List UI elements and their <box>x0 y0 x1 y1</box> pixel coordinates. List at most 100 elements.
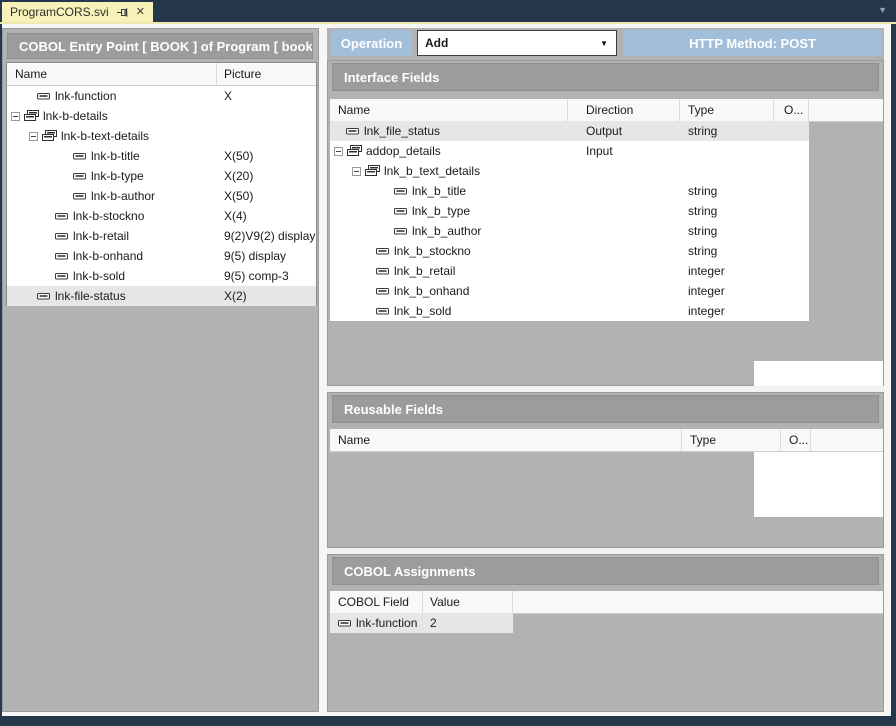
row-name: lnk_b_author <box>412 224 481 238</box>
tree-grid-header: Name Picture <box>7 63 316 86</box>
table-row[interactable]: lnk_b_title string <box>330 181 809 201</box>
column-header-name[interactable]: Name <box>7 63 217 85</box>
window-dropdown-icon[interactable]: ▼ <box>878 6 887 15</box>
column-header-filler <box>513 591 883 613</box>
row-name: lnk_b_type <box>412 204 470 218</box>
row-name: lnk_file_status <box>364 124 440 138</box>
table-row[interactable]: lnk_b_sold integer <box>330 301 809 321</box>
cobol-assignments-title: COBOL Assignments <box>332 557 879 585</box>
pin-icon[interactable] <box>117 7 128 18</box>
row-picture: 9(2)V9(2) display <box>217 229 316 243</box>
row-type: integer <box>680 304 774 318</box>
column-header-filler <box>811 429 883 451</box>
expander-minus-icon[interactable] <box>11 112 20 121</box>
interface-fields-title: Interface Fields <box>332 63 879 91</box>
column-header-direction[interactable]: Direction <box>568 99 680 121</box>
column-header-occurs[interactable]: O... <box>774 99 809 121</box>
row-direction: Input <box>568 144 680 158</box>
column-header-type[interactable]: Type <box>680 99 774 121</box>
column-header-picture[interactable]: Picture <box>217 63 316 85</box>
table-row[interactable]: lnk-function X <box>7 86 316 106</box>
row-type: string <box>680 224 774 238</box>
row-picture: X(50) <box>217 189 316 203</box>
table-row[interactable]: lnk-b-sold 9(5) comp-3 <box>7 266 316 286</box>
field-icon <box>394 207 407 215</box>
cobol-assignments-header: COBOL Field Value <box>330 591 883 614</box>
row-type: string <box>680 124 774 138</box>
table-row[interactable]: lnk_b_author string <box>330 221 809 241</box>
group-icon <box>23 110 40 122</box>
row-name: lnk_b_retail <box>394 264 455 278</box>
column-header-occurs[interactable]: O... <box>781 429 811 451</box>
table-row[interactable]: lnk-b-type X(20) <box>7 166 316 186</box>
http-method-badge: HTTP Method: POST <box>623 30 882 56</box>
row-picture: 9(5) comp-3 <box>217 269 316 283</box>
row-name: lnk_b_stockno <box>394 244 471 258</box>
column-header-type[interactable]: Type <box>682 429 781 451</box>
group-icon <box>41 130 58 142</box>
operation-dropdown[interactable]: Add ▼ <box>417 30 617 56</box>
table-row[interactable]: lnk-b-text-details <box>7 126 316 146</box>
field-icon <box>73 152 86 160</box>
table-row[interactable]: lnk-b-stockno X(4) <box>7 206 316 226</box>
row-name: lnk-b-author <box>91 189 155 203</box>
table-row-selected[interactable]: lnk-file-status X(2) <box>7 286 316 306</box>
table-row[interactable]: lnk_b_onhand integer <box>330 281 809 301</box>
document-tab-strip: ProgramCORS.svi ✕ ▼ <box>0 0 896 24</box>
field-icon <box>55 232 68 240</box>
row-type: integer <box>680 284 774 298</box>
table-row-selected[interactable]: lnk-function 2 <box>330 613 513 633</box>
cobol-entry-point-panel: COBOL Entry Point [ BOOK ] of Program [ … <box>2 28 319 712</box>
column-header-cobol-field[interactable]: COBOL Field <box>330 591 423 613</box>
document-tab[interactable]: ProgramCORS.svi ✕ <box>2 2 153 22</box>
chevron-down-icon: ▼ <box>600 40 608 48</box>
table-row[interactable]: lnk-b-retail 9(2)V9(2) display <box>7 226 316 246</box>
interface-fields-rows: lnk_file_status Output string addop_deta… <box>330 121 809 321</box>
field-icon <box>394 187 407 195</box>
table-row[interactable]: lnk-b-onhand 9(5) display <box>7 246 316 266</box>
row-name: lnk-file-status <box>55 289 126 303</box>
table-row[interactable]: lnk-b-title X(50) <box>7 146 316 166</box>
field-icon <box>37 292 50 300</box>
table-row[interactable]: lnk-b-details <box>7 106 316 126</box>
field-icon <box>376 307 389 315</box>
entry-point-header: COBOL Entry Point [ BOOK ] of Program [ … <box>7 33 313 59</box>
row-picture: X(2) <box>217 289 316 303</box>
table-row-selected[interactable]: lnk_file_status Output string <box>330 121 809 141</box>
operation-panel: Operation Add ▼ HTTP Method: POST Interf… <box>327 28 884 712</box>
row-picture: X(4) <box>217 209 316 223</box>
field-icon <box>55 212 68 220</box>
row-field: lnk-function <box>356 616 417 630</box>
field-icon <box>73 172 86 180</box>
expander-minus-icon[interactable] <box>29 132 38 141</box>
row-value: 2 <box>423 616 437 630</box>
row-name: lnk-b-text-details <box>61 129 149 143</box>
row-type: string <box>680 204 774 218</box>
row-picture: X <box>217 89 316 103</box>
field-icon <box>37 92 50 100</box>
tab-title: ProgramCORS.svi <box>10 5 109 19</box>
table-row[interactable]: lnk_b_retail integer <box>330 261 809 281</box>
row-type: string <box>680 244 774 258</box>
table-row[interactable]: addop_details Input <box>330 141 809 161</box>
field-icon <box>346 127 359 135</box>
document-area: COBOL Entry Point [ BOOK ] of Program [ … <box>2 24 891 716</box>
close-icon[interactable]: ✕ <box>136 7 145 18</box>
table-row[interactable]: lnk_b_stockno string <box>330 241 809 261</box>
field-icon <box>376 287 389 295</box>
table-row[interactable]: lnk-b-author X(50) <box>7 186 316 206</box>
column-header-name[interactable]: Name <box>330 429 682 451</box>
column-header-value[interactable]: Value <box>423 591 513 613</box>
row-name: lnk_b_onhand <box>394 284 469 298</box>
field-icon <box>376 267 389 275</box>
reusable-fields-title: Reusable Fields <box>332 395 879 423</box>
field-icon <box>394 227 407 235</box>
row-name: lnk-function <box>55 89 116 103</box>
table-row[interactable]: lnk_b_type string <box>330 201 809 221</box>
expander-minus-icon[interactable] <box>334 147 343 156</box>
expander-minus-icon[interactable] <box>352 167 361 176</box>
field-icon <box>55 272 68 280</box>
application-window: ProgramCORS.svi ✕ ▼ COBOL Entry Point [ … <box>0 0 896 726</box>
column-header-name[interactable]: Name <box>330 99 568 121</box>
table-row[interactable]: lnk_b_text_details <box>330 161 809 181</box>
